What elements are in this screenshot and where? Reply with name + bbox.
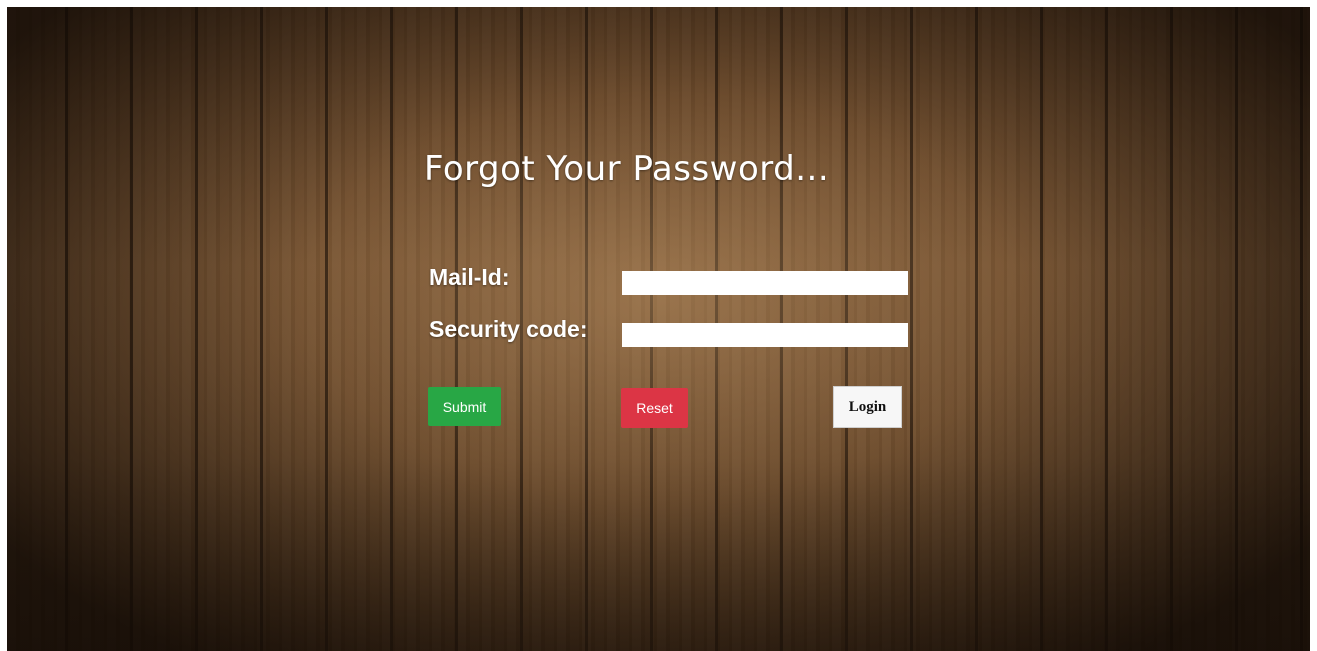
page-title: Forgot Your Password... <box>424 149 830 189</box>
mail-id-label: Mail-Id: <box>429 264 510 290</box>
submit-button[interactable]: Submit <box>428 387 501 426</box>
wood-background: Forgot Your Password... Mail-Id: Securit… <box>7 7 1310 651</box>
security-code-input[interactable] <box>622 323 908 347</box>
mail-id-input[interactable] <box>622 271 908 295</box>
reset-button[interactable]: Reset <box>621 388 688 428</box>
login-button[interactable]: Login <box>833 386 902 428</box>
security-code-label: Security code: <box>429 316 588 342</box>
